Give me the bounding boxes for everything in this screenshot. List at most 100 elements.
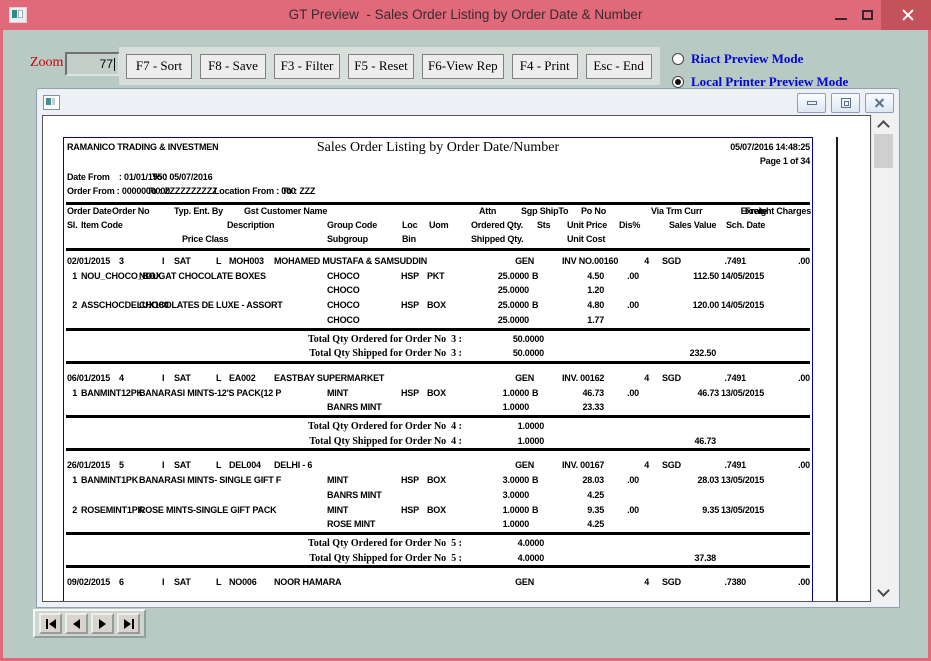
preview-window: RAMANICO TRADING & INVESTMEN Sales Order…: [36, 88, 900, 608]
minimize-icon[interactable]: [827, 0, 854, 30]
item-row-cell: 1: [42, 475, 77, 486]
window-title: GT Preview - Sales Order Listing by Orde…: [0, 0, 931, 30]
order-row-cell: I: [162, 373, 164, 384]
mode-label: Riact Preview Mode: [691, 51, 803, 67]
item-row-cell: 13/05/2015: [721, 475, 764, 486]
column-header: Ordered Qty.: [471, 220, 523, 231]
toolbar-button-esc-end[interactable]: Esc - End: [586, 54, 652, 79]
total-shipped-value: 4.0000: [374, 553, 544, 564]
zoom-input[interactable]: 77: [65, 52, 120, 76]
previous-record-button[interactable]: [65, 613, 88, 634]
item-row-cell: NOUGAT CHOCOLATE BOXES: [139, 271, 326, 282]
preview-restore-icon[interactable]: [831, 93, 860, 113]
column-header: Order Date: [67, 206, 112, 217]
radio-icon[interactable]: [672, 76, 684, 88]
item-row-cell: CHOCO: [327, 300, 360, 311]
report-rule: [66, 328, 810, 331]
order-row-cell: L: [216, 577, 221, 588]
item-row-cell: BANARASI MINTS-12'S PACK(12 P: [139, 388, 326, 399]
close-icon[interactable]: [881, 0, 931, 30]
item-row-cell: 13/05/2015: [721, 388, 764, 399]
preview-minimize-icon[interactable]: [797, 93, 826, 113]
column-header: Sts: [537, 220, 550, 231]
order-row-cell: .00: [640, 373, 810, 384]
order-row-cell: 5: [119, 460, 124, 471]
mode-riact-preview[interactable]: Riact Preview Mode: [672, 47, 848, 70]
column-header: Unit Cost: [567, 234, 605, 245]
item-row-cell: 13/05/2015: [721, 505, 764, 516]
vertical-scrollbar[interactable]: [871, 115, 895, 602]
order-row-cell: .00: [640, 577, 810, 588]
item-row-cell: 28.03: [549, 475, 719, 486]
scroll-down-icon[interactable]: [872, 584, 895, 600]
item-subrow-cell: 1.77: [434, 315, 604, 326]
preview-window-icon: [43, 95, 60, 110]
radio-icon[interactable]: [672, 53, 684, 65]
total-shipped-value: 1.0000: [374, 436, 544, 447]
toolbar-button-f7-sort[interactable]: F7 - Sort: [126, 54, 192, 79]
preview-mode-group: Riact Preview Mode Local Printer Preview…: [672, 47, 848, 93]
toolbar-button-f4-print[interactable]: F4 - Print: [512, 54, 578, 79]
order-row-cell: SAT: [174, 256, 191, 267]
item-row-cell: MINT: [327, 475, 348, 486]
item-subrow-cell: 4.25: [434, 519, 604, 530]
report-rule: [66, 248, 810, 251]
last-record-button[interactable]: [117, 613, 140, 634]
item-row-cell: MINT: [327, 388, 348, 399]
column-header: Gst Customer Name: [244, 206, 327, 217]
report-canvas: RAMANICO TRADING & INVESTMEN Sales Order…: [42, 115, 871, 602]
column-header: Sch. Date: [726, 220, 765, 231]
order-row-cell: 4: [119, 373, 124, 384]
first-record-button[interactable]: [39, 613, 62, 634]
column-header: Attn: [479, 206, 496, 217]
item-row-cell: 112.50: [549, 271, 719, 282]
total-ordered-value: 4.0000: [374, 538, 544, 549]
column-header: Unit Price: [567, 220, 607, 231]
order-row-cell: .00: [640, 256, 810, 267]
order-row-cell: 6: [119, 577, 124, 588]
text-caret: [114, 58, 115, 71]
total-ordered-value: 1.0000: [374, 421, 544, 432]
next-record-button[interactable]: [91, 613, 114, 634]
item-subrow-cell: CHOCO: [327, 315, 360, 326]
zoom-value: 77: [100, 57, 113, 71]
scrollbar-thumb[interactable]: [874, 134, 893, 168]
report-rule: [66, 361, 810, 364]
record-navigation: [33, 609, 146, 638]
order-row-cell: NO006: [229, 577, 257, 588]
order-row-cell: SAT: [174, 577, 191, 588]
total-sales-value: 37.38: [546, 553, 716, 564]
item-row-cell: BANMINT1PK: [81, 475, 138, 486]
preview-close-icon[interactable]: [865, 93, 894, 113]
column-header: Group Code: [327, 220, 377, 231]
item-row-cell: 9.35: [549, 505, 719, 516]
scroll-up-icon[interactable]: [872, 117, 895, 133]
toolbar-button-f8-save[interactable]: F8 - Save: [200, 54, 266, 79]
total-sales-value: 46.73: [546, 436, 716, 447]
item-row-cell: 1: [42, 271, 77, 282]
column-header: Description: [227, 220, 274, 231]
item-row-cell: BANMINT12PK: [81, 388, 143, 399]
column-header: Price Class: [182, 234, 228, 245]
toolbar-button-f3-filter[interactable]: F3 - Filter: [274, 54, 340, 79]
column-header: Item Code: [81, 220, 123, 231]
title-bar: GT Preview - Sales Order Listing by Orde…: [0, 0, 931, 30]
item-row-cell: CHOCOLATES DE LUXE - ASSORT: [139, 300, 326, 311]
column-header: Order No: [112, 206, 149, 217]
report-rule: [66, 415, 810, 418]
order-row-cell: I: [162, 577, 164, 588]
column-header: Uom: [429, 220, 448, 231]
maximize-icon[interactable]: [854, 0, 881, 30]
item-row-cell: CHOCO: [327, 271, 360, 282]
column-header: Bin: [402, 234, 416, 245]
item-row-cell: 14/05/2015: [721, 271, 764, 282]
order-row-cell: 02/01/2015: [67, 256, 110, 267]
toolbar-button-f5-reset[interactable]: F5 - Reset: [348, 54, 414, 79]
toolbar-button-f6-view-rep[interactable]: F6-View Rep: [422, 54, 504, 79]
order-row-cell: .00: [640, 460, 810, 471]
column-header: Dis%: [619, 220, 640, 231]
column-header: Sgp ShipTo: [521, 206, 568, 217]
item-subrow-cell: 23.33: [434, 402, 604, 413]
report-rule: [66, 532, 810, 535]
report-filter: To : ZZZZZZZZZZ: [147, 186, 217, 197]
